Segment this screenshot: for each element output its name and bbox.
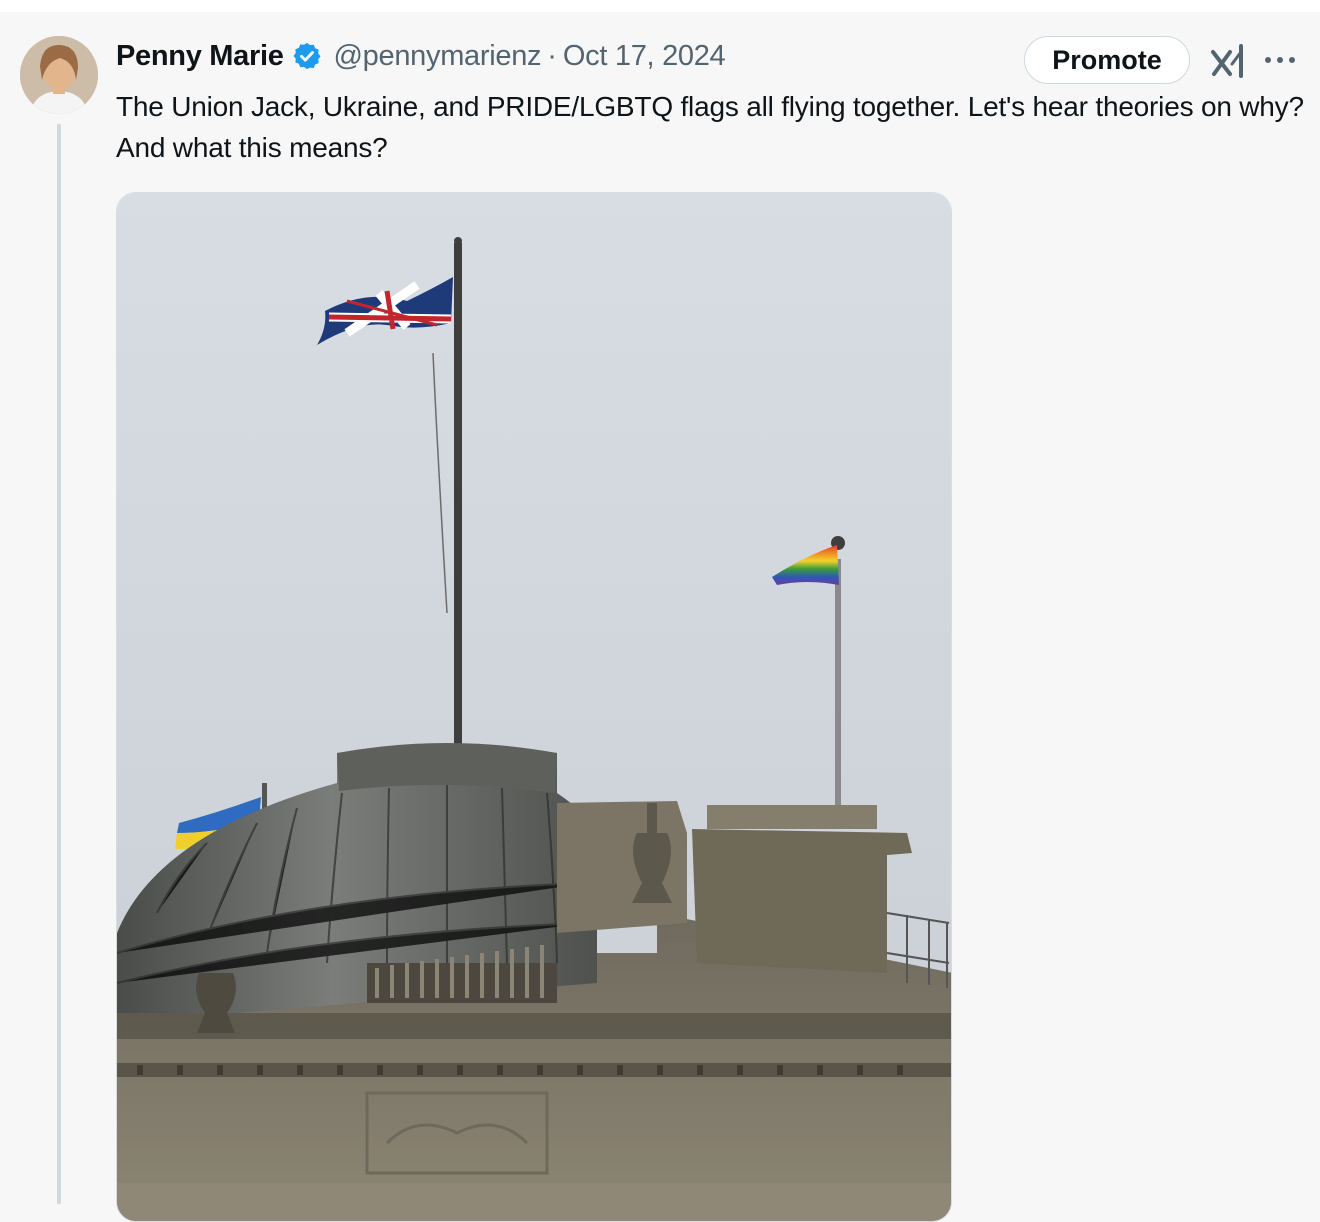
tweet-header: Penny Marie @pennymarienz · Oct 17, 2024 (116, 36, 726, 76)
verified-badge-icon (292, 41, 322, 71)
author-handle[interactable]: @pennymarienz (334, 40, 542, 73)
promote-button[interactable]: Promote (1024, 36, 1190, 84)
author-display-name[interactable]: Penny Marie (116, 40, 284, 73)
more-icon[interactable] (1262, 48, 1298, 72)
header-separator: · (547, 39, 557, 72)
grok-icon[interactable] (1210, 44, 1246, 78)
tweet-photo[interactable] (116, 192, 952, 1222)
author-avatar[interactable] (20, 36, 98, 114)
top-divider (0, 0, 1320, 12)
thread-line (57, 124, 61, 1204)
tweet-timestamp[interactable]: Oct 17, 2024 (563, 40, 726, 73)
tweet-text: The Union Jack, Ukraine, and PRIDE/LGBTQ… (116, 91, 1304, 163)
